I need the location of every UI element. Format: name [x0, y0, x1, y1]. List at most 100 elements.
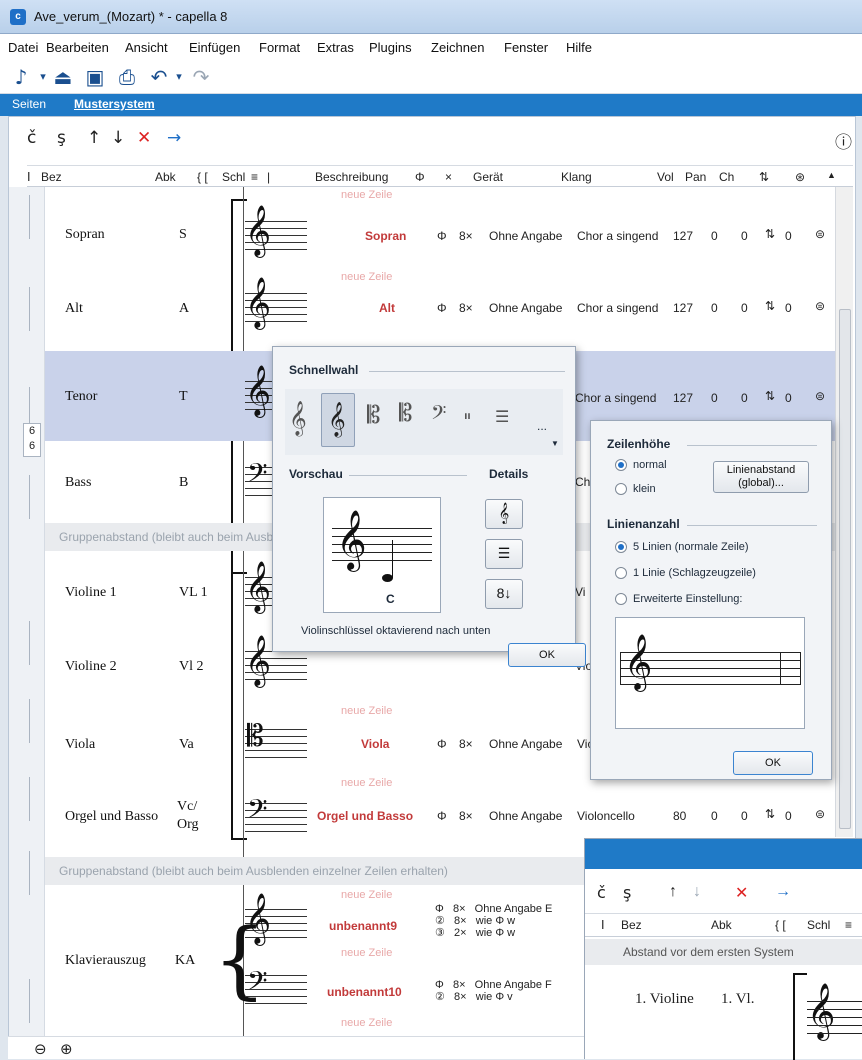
- delete-icon[interactable]: ✕: [735, 883, 748, 903]
- new-row-label[interactable]: neue Zeile: [341, 889, 392, 901]
- row-vol[interactable]: 127: [673, 391, 693, 405]
- col-channel-symbol[interactable]: Φ: [415, 170, 425, 184]
- row-ch[interactable]: 0: [741, 229, 748, 243]
- row-klang[interactable]: Ch: [575, 475, 590, 489]
- col-eq[interactable]: ≡: [251, 170, 258, 184]
- row-abk[interactable]: A: [179, 301, 189, 317]
- row-transpose[interactable]: 0: [785, 391, 792, 405]
- row-handle[interactable]: [29, 777, 43, 821]
- zoom-in-icon[interactable]: ⊕: [60, 1040, 73, 1058]
- save-icon[interactable]: ▣: [82, 64, 108, 90]
- extended-label[interactable]: Erweiterte Einstellung:: [633, 593, 742, 605]
- row-transpose[interactable]: 0: [785, 809, 792, 823]
- visibility-icon[interactable]: ⊜: [815, 807, 825, 821]
- goto-icon[interactable]: →: [775, 883, 791, 901]
- row-name[interactable]: Violine 1: [65, 585, 117, 601]
- visibility-icon[interactable]: ⊜: [815, 227, 825, 241]
- insert-group-icon[interactable]: ş: [623, 883, 631, 902]
- row-klang[interactable]: Chor a singend: [577, 229, 658, 243]
- menu-einfuegen[interactable]: Einfügen: [189, 40, 240, 55]
- treble-clef-icon[interactable]: 𝄞: [289, 401, 307, 436]
- row-multiplier[interactable]: 8×: [459, 737, 473, 751]
- menu-zeichnen[interactable]: Zeichnen: [431, 40, 484, 55]
- row-pan[interactable]: 0: [711, 391, 718, 405]
- row-handle[interactable]: [29, 287, 43, 331]
- new-row-label[interactable]: neue Zeile: [341, 777, 392, 789]
- row-handle[interactable]: [29, 195, 43, 239]
- row-name[interactable]: Violine 2: [65, 659, 117, 675]
- info-icon[interactable]: ⓘ: [835, 128, 852, 153]
- col-schl[interactable]: Schl: [222, 170, 245, 184]
- row-description[interactable]: Viola: [361, 737, 389, 751]
- row-handle[interactable]: [29, 979, 43, 1023]
- row-vol[interactable]: 80: [673, 809, 686, 823]
- row-abk[interactable]: 1. Vl.: [721, 991, 754, 1008]
- col-beschreibung[interactable]: Beschreibung: [315, 170, 388, 184]
- new-row-label[interactable]: neue Zeile: [341, 271, 392, 283]
- col-abk[interactable]: Abk: [155, 170, 176, 184]
- col-bez[interactable]: Bez: [621, 918, 642, 932]
- row-description[interactable]: unbenannt9: [329, 919, 397, 933]
- tab-mustersystem[interactable]: Mustersystem: [74, 97, 155, 111]
- menu-ansicht[interactable]: Ansicht: [125, 40, 168, 55]
- col-bez[interactable]: Bez: [41, 170, 62, 184]
- new-row-label[interactable]: neue Zeile: [341, 705, 392, 717]
- insert-group-icon[interactable]: ş: [57, 128, 66, 148]
- row-geraet[interactable]: Ohne Angabe: [489, 229, 562, 243]
- row-ch[interactable]: 0: [741, 301, 748, 315]
- insert-row-icon[interactable]: č: [597, 883, 606, 902]
- row-transpose[interactable]: 0: [785, 229, 792, 243]
- row-multiplier[interactable]: 8×: [459, 229, 473, 243]
- lines-ok-button[interactable]: OK: [733, 751, 813, 775]
- new-row-label[interactable]: neue Zeile: [341, 189, 392, 201]
- dropdown-arrow-icon[interactable]: ▼: [551, 439, 559, 448]
- tab-seiten[interactable]: Seiten: [12, 97, 46, 111]
- print-icon[interactable]: ⎙: [114, 64, 140, 90]
- row-name[interactable]: Sopran: [65, 227, 105, 243]
- inset-gap-row[interactable]: Abstand vor dem ersten System: [585, 939, 862, 965]
- row-abk[interactable]: B: [179, 475, 188, 491]
- visibility-icon[interactable]: ⊜: [815, 299, 825, 313]
- row-pan[interactable]: 0: [711, 301, 718, 315]
- row-klang[interactable]: Chor a singend: [577, 301, 658, 315]
- row-vol[interactable]: 127: [673, 229, 693, 243]
- row-klang[interactable]: Violoncello: [577, 809, 635, 823]
- row-description[interactable]: Alt: [379, 301, 395, 315]
- row-geraet[interactable]: Ohne Angabe: [489, 809, 562, 823]
- col-abk[interactable]: Abk: [711, 918, 732, 932]
- no-clef-icon[interactable]: ☰: [495, 407, 509, 426]
- row-description[interactable]: Orgel und Basso: [317, 809, 413, 823]
- percussion-clef-icon[interactable]: 𝄥: [465, 407, 470, 427]
- row-channel[interactable]: Φ: [437, 229, 447, 243]
- menu-extras[interactable]: Extras: [317, 40, 354, 55]
- menu-datei[interactable]: Datei: [8, 40, 38, 55]
- row-pan[interactable]: 0: [711, 809, 718, 823]
- scroll-up-icon[interactable]: ▲: [827, 170, 836, 180]
- transpose-button[interactable]: 8↓: [485, 579, 523, 609]
- row-abk[interactable]: Va: [179, 737, 194, 753]
- col-ch[interactable]: Ch: [719, 170, 734, 184]
- hide-column-icon[interactable]: Ⅰ: [601, 918, 605, 932]
- row-name[interactable]: Orgel und Basso: [65, 809, 158, 825]
- row-handle[interactable]: [29, 851, 43, 895]
- visibility-icon[interactable]: ⊜: [815, 389, 825, 403]
- row-handle[interactable]: [29, 699, 43, 743]
- insert-row-icon[interactable]: č: [27, 128, 36, 148]
- row-name[interactable]: Bass: [65, 475, 91, 491]
- row-klang[interactable]: Vi: [575, 585, 585, 599]
- row-name[interactable]: 1. Violine: [635, 991, 694, 1008]
- menu-format[interactable]: Format: [259, 40, 300, 55]
- row-description[interactable]: Sopran: [365, 229, 406, 243]
- col-klang[interactable]: Klang: [561, 170, 592, 184]
- transpose-icon[interactable]: ⇅: [765, 227, 775, 241]
- row-ch[interactable]: 0: [741, 809, 748, 823]
- row-name[interactable]: Viola: [65, 737, 95, 753]
- row-channel[interactable]: Φ: [437, 809, 447, 823]
- col-multiplier[interactable]: ×: [445, 170, 452, 184]
- extended-radio[interactable]: [615, 593, 627, 605]
- row-klang[interactable]: Chor a singend: [575, 391, 656, 405]
- col-brackets[interactable]: { [: [197, 170, 208, 184]
- menu-hilfe[interactable]: Hilfe: [566, 40, 592, 55]
- redo-icon[interactable]: ↷: [188, 64, 214, 90]
- row-abk[interactable]: Vl 2: [179, 659, 204, 675]
